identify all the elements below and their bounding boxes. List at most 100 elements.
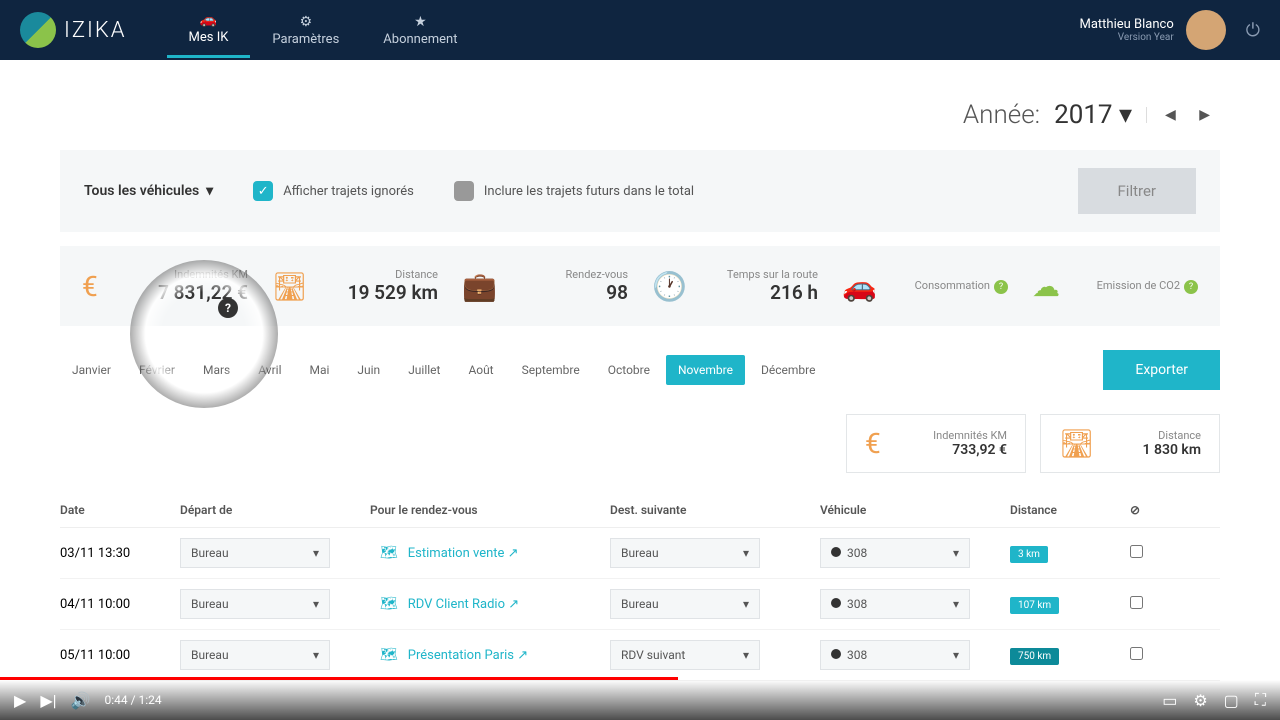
star-icon: ★ bbox=[414, 14, 427, 30]
car-icon: 🚗 bbox=[200, 12, 217, 28]
avatar[interactable] bbox=[1186, 10, 1226, 50]
month-avril[interactable]: Avril bbox=[246, 355, 293, 385]
stat-label: Indemnités KM bbox=[108, 268, 248, 281]
month-mars[interactable]: Mars bbox=[191, 355, 242, 385]
map-icon[interactable]: 🗺 bbox=[380, 647, 398, 663]
nav-label: Mes IK bbox=[189, 30, 229, 45]
nav-parametres[interactable]: ⚙ Paramètres bbox=[250, 4, 361, 57]
dest-select[interactable]: RDV suivant▾ bbox=[610, 640, 760, 670]
year-select[interactable]: 2017 ▾ bbox=[1054, 100, 1132, 130]
cloud-icon: ☁ bbox=[1032, 270, 1060, 303]
distance-badge: 3 km bbox=[1010, 546, 1048, 563]
vehicle-select[interactable]: 308▾ bbox=[820, 589, 970, 619]
month-stat-distance: 🛣 Distance 1 830 km bbox=[1040, 414, 1220, 473]
video-time: 0:44 / 1:24 bbox=[104, 693, 161, 707]
miniplayer-icon[interactable]: ▢ bbox=[1224, 691, 1239, 710]
volume-icon[interactable]: 🔊 bbox=[71, 691, 91, 710]
table-row: 03/11 13:30Bureau▾🗺Estimation vente ↗Bur… bbox=[60, 528, 1220, 579]
vehicle-select[interactable]: 308▾ bbox=[820, 640, 970, 670]
dest-select[interactable]: Bureau▾ bbox=[610, 538, 760, 568]
col-rdv: Pour le rendez-vous bbox=[370, 503, 610, 517]
nav-label: Abonnement bbox=[383, 32, 457, 47]
nav-abonnement[interactable]: ★ Abonnement bbox=[361, 4, 479, 57]
export-button[interactable]: Exporter bbox=[1103, 350, 1220, 390]
col-distance: Distance bbox=[1010, 503, 1130, 517]
logo[interactable]: IZIKA bbox=[20, 12, 127, 48]
col-dest: Dest. suivante bbox=[610, 503, 820, 517]
stat-distance: 🛣 Distance 19 529 km bbox=[260, 268, 450, 304]
month-juillet[interactable]: Juillet bbox=[396, 355, 452, 385]
depart-select[interactable]: Bureau▾ bbox=[180, 589, 330, 619]
depart-select[interactable]: Bureau▾ bbox=[180, 538, 330, 568]
month-décembre[interactable]: Décembre bbox=[749, 355, 827, 385]
user-plan: Version Year bbox=[1079, 32, 1173, 43]
month-septembre[interactable]: Septembre bbox=[510, 355, 592, 385]
month-février[interactable]: Février bbox=[127, 355, 187, 385]
subtitle-icon[interactable]: ▭ bbox=[1162, 691, 1177, 710]
vehicle-select[interactable]: 308▾ bbox=[820, 538, 970, 568]
stat-co2: ☁ Emission de CO2? bbox=[1020, 268, 1210, 304]
stat-label: Distance bbox=[318, 268, 438, 281]
vehicle-dropdown[interactable]: Tous les véhicules ▾ bbox=[84, 183, 213, 199]
ignore-checkbox[interactable] bbox=[1130, 596, 1143, 609]
road-icon: 🛣 bbox=[272, 270, 308, 303]
help-tooltip-icon[interactable]: ? bbox=[218, 298, 238, 318]
stat-consommation: 🚗 Consommation? bbox=[830, 268, 1020, 304]
brand-text: IZIKA bbox=[64, 18, 127, 43]
map-icon[interactable]: 🗺 bbox=[380, 596, 398, 612]
logo-icon bbox=[20, 12, 56, 48]
checkbox-ignored[interactable]: ✓ Afficher trajets ignorés bbox=[253, 181, 414, 201]
year-nav[interactable]: ◀ ▶ bbox=[1146, 107, 1220, 123]
settings-icon[interactable]: ⚙ bbox=[1193, 691, 1207, 710]
next-icon[interactable]: ▶| bbox=[40, 691, 56, 710]
rdv-link[interactable]: Estimation vente ↗ bbox=[408, 546, 519, 561]
col-ignore-icon: ⊘ bbox=[1130, 503, 1160, 517]
distance-badge: 750 km bbox=[1010, 648, 1059, 665]
gear-icon: ⚙ bbox=[300, 14, 313, 30]
stat-rdv: 💼 Rendez-vous 98 bbox=[450, 268, 640, 304]
month-octobre[interactable]: Octobre bbox=[596, 355, 662, 385]
checkbox-label: Inclure les trajets futurs dans le total bbox=[484, 184, 694, 199]
checkbox-label: Afficher trajets ignorés bbox=[283, 184, 414, 199]
stat-label: Temps sur la route bbox=[697, 268, 818, 281]
stat-label: Indemnités KM bbox=[895, 429, 1007, 442]
road-icon: 🛣 bbox=[1059, 427, 1095, 460]
euro-icon: € bbox=[82, 270, 98, 303]
rdv-link[interactable]: Présentation Paris ↗ bbox=[408, 648, 528, 663]
ignore-checkbox[interactable] bbox=[1130, 545, 1143, 558]
play-icon[interactable]: ▶ bbox=[14, 691, 26, 710]
rdv-link[interactable]: RDV Client Radio ↗ bbox=[408, 597, 519, 612]
year-label: Année: bbox=[963, 100, 1040, 130]
user-name: Matthieu Blanco bbox=[1079, 17, 1173, 32]
ignore-checkbox[interactable] bbox=[1130, 647, 1143, 660]
month-mai[interactable]: Mai bbox=[297, 355, 341, 385]
dest-select[interactable]: Bureau▾ bbox=[610, 589, 760, 619]
cell-date: 05/11 10:00 bbox=[60, 648, 180, 663]
euro-icon: € bbox=[865, 427, 881, 460]
stat-value: 19 529 km bbox=[318, 281, 438, 304]
stat-value: 98 bbox=[507, 281, 628, 304]
checkbox-future[interactable]: Inclure les trajets futurs dans le total bbox=[454, 181, 694, 201]
filter-button[interactable]: Filtrer bbox=[1078, 168, 1196, 214]
month-juin[interactable]: Juin bbox=[345, 355, 392, 385]
nav-mes-ik[interactable]: 🚗 Mes IK bbox=[167, 2, 251, 58]
help-icon[interactable]: ? bbox=[994, 280, 1008, 294]
user-info[interactable]: Matthieu Blanco Version Year bbox=[1079, 17, 1173, 43]
nav-label: Paramètres bbox=[272, 32, 339, 47]
month-novembre[interactable]: Novembre bbox=[666, 355, 745, 385]
map-icon[interactable]: 🗺 bbox=[380, 545, 398, 561]
stat-value: 733,92 € bbox=[895, 442, 1007, 458]
col-vehicule: Véhicule bbox=[820, 503, 1010, 517]
fullscreen-icon[interactable]: ⛶ bbox=[1255, 690, 1266, 710]
month-janvier[interactable]: Janvier bbox=[60, 355, 123, 385]
car-icon: 🚗 bbox=[842, 270, 877, 303]
power-icon[interactable]: ⏻ bbox=[1246, 20, 1260, 41]
month-août[interactable]: Août bbox=[456, 355, 505, 385]
check-icon: ✓ bbox=[253, 181, 273, 201]
stat-label: Rendez-vous bbox=[507, 268, 628, 281]
video-controls: ▶ ▶| 🔊 0:44 / 1:24 ▭ ⚙ ▢ ⛶ bbox=[0, 680, 1280, 720]
stat-temps: 🕐 Temps sur la route 216 h bbox=[640, 268, 830, 304]
help-icon[interactable]: ? bbox=[1184, 280, 1198, 294]
stat-label: Emission de CO2? bbox=[1070, 279, 1198, 294]
depart-select[interactable]: Bureau▾ bbox=[180, 640, 330, 670]
